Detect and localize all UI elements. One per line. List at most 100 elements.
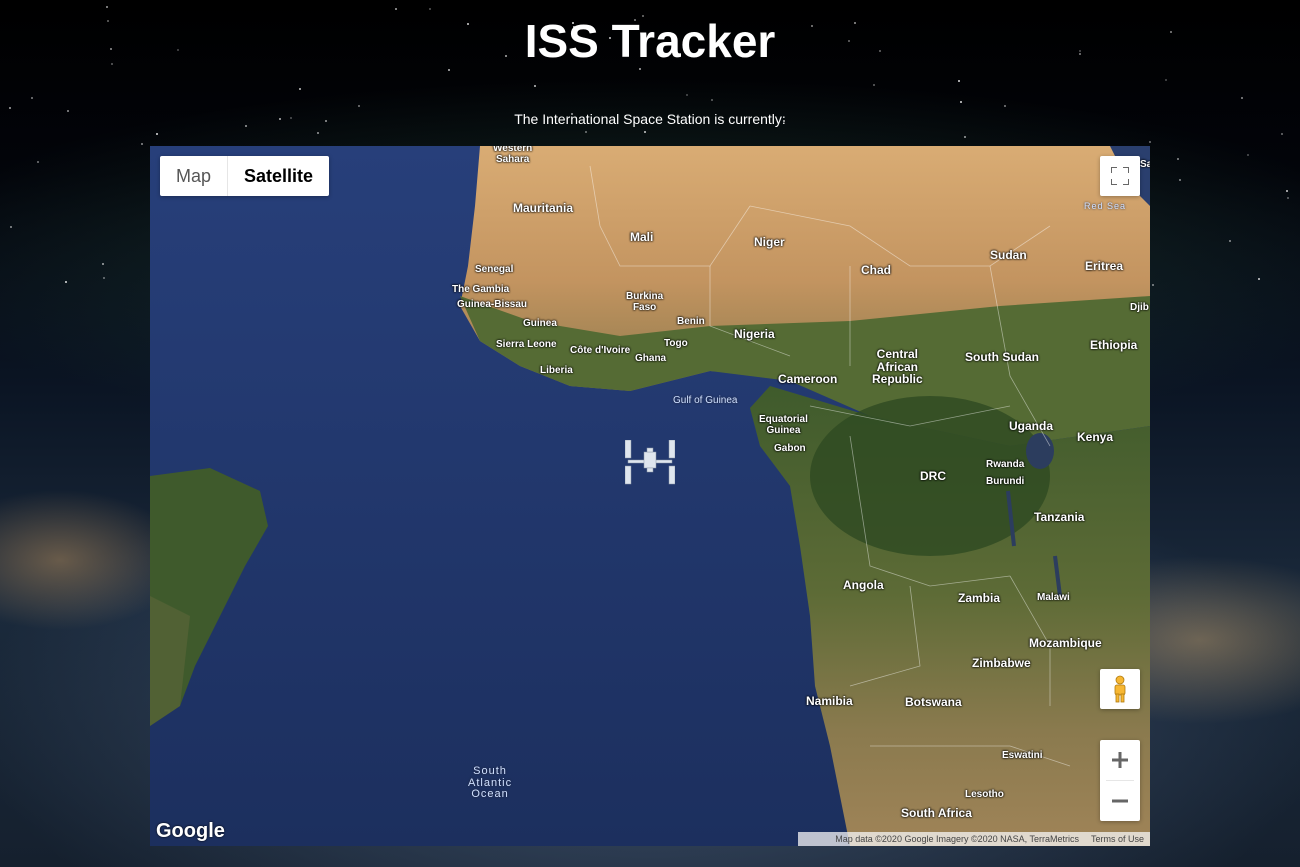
attribution-text: Map data ©2020 Google Imagery ©2020 NASA… (835, 834, 1079, 844)
star (964, 136, 966, 138)
label-gabon: Gabon (774, 443, 806, 454)
star (10, 226, 12, 228)
label-kenya: Kenya (1077, 430, 1114, 444)
star (1241, 97, 1243, 99)
star (31, 97, 33, 99)
star (317, 132, 319, 134)
zoom-out-button[interactable] (1100, 781, 1140, 821)
label-senegal: Senegal (475, 264, 514, 275)
label-gulf-of-guinea: Gulf of Guinea (673, 395, 738, 406)
label-ghana: Ghana (635, 353, 667, 364)
label-zimbabwe: Zimbabwe (972, 656, 1031, 670)
star (644, 131, 646, 133)
star (1004, 105, 1006, 107)
star (37, 161, 39, 163)
label-benin: Benin (677, 316, 705, 327)
google-logo: Google (156, 820, 225, 842)
star (711, 99, 713, 101)
label-mali: Mali (630, 230, 654, 244)
label-sierra-leone: Sierra Leone (496, 339, 557, 350)
star (585, 131, 587, 133)
star (958, 80, 960, 82)
fullscreen-icon (1111, 167, 1129, 185)
label-guinea-bissau: Guinea-Bissau (457, 299, 528, 310)
label-malawi: Malawi (1037, 592, 1070, 603)
iss-marker-icon[interactable] (625, 440, 675, 488)
fullscreen-button[interactable] (1100, 156, 1140, 196)
label-burkina-faso: Burkina Faso (626, 291, 664, 313)
label-botswana: Botswana (905, 695, 962, 709)
star (9, 107, 11, 109)
label-cote-divoire: Côte d'Ivoire (570, 345, 631, 356)
star (106, 6, 108, 8)
star (534, 85, 536, 87)
label-rwanda: Rwanda (986, 459, 1025, 470)
star (156, 133, 158, 135)
star (873, 84, 875, 86)
star (639, 68, 641, 70)
star (1177, 158, 1179, 160)
label-south-africa: South Africa (901, 806, 972, 820)
label-cameroon: Cameroon (778, 372, 838, 386)
label-angola: Angola (843, 578, 884, 592)
map-type-control: Map Satellite (160, 156, 330, 196)
pegman-icon (1114, 675, 1126, 703)
star (141, 143, 143, 145)
star (1247, 154, 1249, 156)
label-central-african-republic: Central African Republic (872, 347, 923, 387)
star (103, 277, 105, 279)
star (448, 69, 450, 71)
label-mauritania: Mauritania (513, 201, 574, 215)
minus-icon (1112, 799, 1128, 803)
iss-status-text: The International Space Station is curre… (514, 111, 786, 127)
terms-of-use-link[interactable]: Terms of Use (1091, 834, 1144, 844)
label-niger: Niger (754, 235, 785, 249)
label-uganda: Uganda (1009, 419, 1054, 433)
label-western-sahara: Western Sahara (493, 146, 533, 165)
star (1165, 79, 1167, 81)
star (395, 8, 397, 10)
label-namibia: Namibia (806, 694, 853, 708)
label-red-sea: Red Sea (1084, 201, 1127, 211)
zoom-control (1100, 740, 1140, 821)
label-togo: Togo (664, 338, 688, 349)
star (429, 8, 431, 10)
star (65, 281, 67, 283)
star (1287, 197, 1289, 199)
street-view-button[interactable] (1100, 669, 1140, 709)
label-the-gambia: The Gambia (452, 284, 510, 295)
label-equatorial-guinea: Equatorial Guinea (759, 414, 808, 436)
label-djibouti: Djib (1130, 302, 1149, 313)
label-eswatini: Eswatini (1002, 750, 1043, 761)
label-guinea: Guinea (523, 318, 557, 329)
label-liberia: Liberia (540, 365, 573, 376)
star (299, 88, 301, 90)
map-container[interactable]: Western Sahara Mauritania Mali Niger Sud… (150, 146, 1150, 846)
label-burundi: Burundi (986, 476, 1025, 487)
star (686, 94, 688, 96)
star (1229, 240, 1231, 242)
label-eritrea: Eritrea (1085, 259, 1124, 273)
star (358, 105, 360, 107)
zoom-in-button[interactable] (1100, 740, 1140, 780)
label-lesotho: Lesotho (965, 789, 1004, 800)
star (102, 263, 104, 265)
star (960, 101, 962, 103)
map-type-satellite-button[interactable]: Satellite (227, 156, 329, 196)
plus-icon (1112, 752, 1128, 768)
star (1281, 133, 1283, 135)
label-south-atlantic-ocean: South Atlantic Ocean (468, 765, 513, 801)
star (1149, 141, 1151, 143)
map-type-map-button[interactable]: Map (160, 156, 227, 196)
label-sudan: Sudan (990, 248, 1027, 262)
label-chad: Chad (861, 263, 891, 277)
label-south-sudan: South Sudan (965, 350, 1039, 364)
label-nigeria: Nigeria (734, 327, 775, 341)
label-mozambique: Mozambique (1029, 636, 1102, 650)
star (1152, 284, 1154, 286)
page-title: ISS Tracker (524, 15, 776, 67)
star (1286, 190, 1288, 192)
label-drc: DRC (920, 469, 946, 483)
label-ethiopia: Ethiopia (1090, 338, 1138, 352)
star (1179, 179, 1181, 181)
